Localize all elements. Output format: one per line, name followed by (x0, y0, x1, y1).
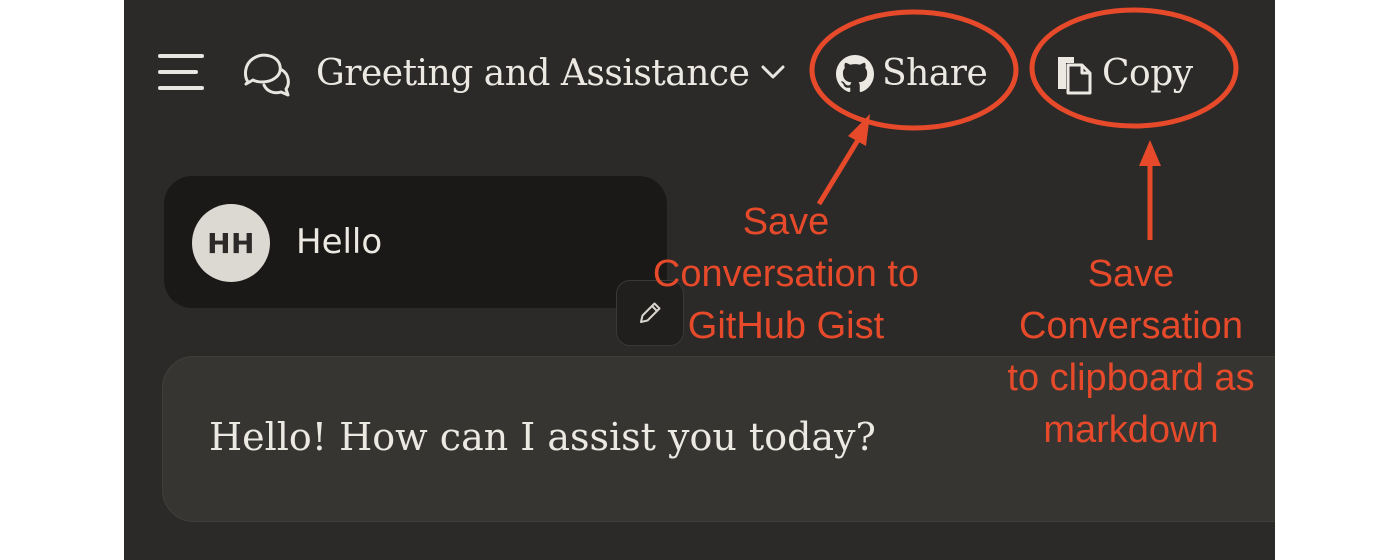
user-message-text: Hello (296, 222, 383, 262)
user-message: HH Hello (164, 176, 667, 308)
share-annotation: Save Conversation to GitHub Gist (600, 196, 972, 352)
github-icon (836, 55, 874, 93)
chevron-down-icon[interactable] (760, 62, 786, 82)
share-annotation-line: GitHub Gist (687, 305, 885, 347)
assistant-message-text: Hello! How can I assist you today? (209, 415, 876, 459)
copy-annotation-line: Conversation (1019, 305, 1243, 347)
copy-button-label: Copy (1102, 53, 1193, 94)
conversation-title[interactable]: Greeting and Assistance (316, 48, 750, 100)
share-annotation-line: Conversation to (652, 253, 920, 295)
chat-bubbles-icon (244, 53, 290, 97)
copy-clipboard-icon (1058, 57, 1092, 95)
share-button-label: Share (882, 53, 988, 94)
share-annotation-line: Save (742, 201, 830, 243)
avatar: HH (192, 204, 270, 282)
copy-button[interactable]: Copy (1054, 48, 1193, 100)
copy-annotation: Save Conversation to clipboard as markdo… (975, 248, 1287, 456)
share-button[interactable]: Share (836, 48, 988, 100)
copy-annotation-line: to clipboard as (1007, 357, 1255, 399)
copy-annotation-line: Save (1087, 253, 1175, 295)
hamburger-menu-icon[interactable] (158, 52, 206, 92)
copy-annotation-line: markdown (1043, 409, 1219, 451)
